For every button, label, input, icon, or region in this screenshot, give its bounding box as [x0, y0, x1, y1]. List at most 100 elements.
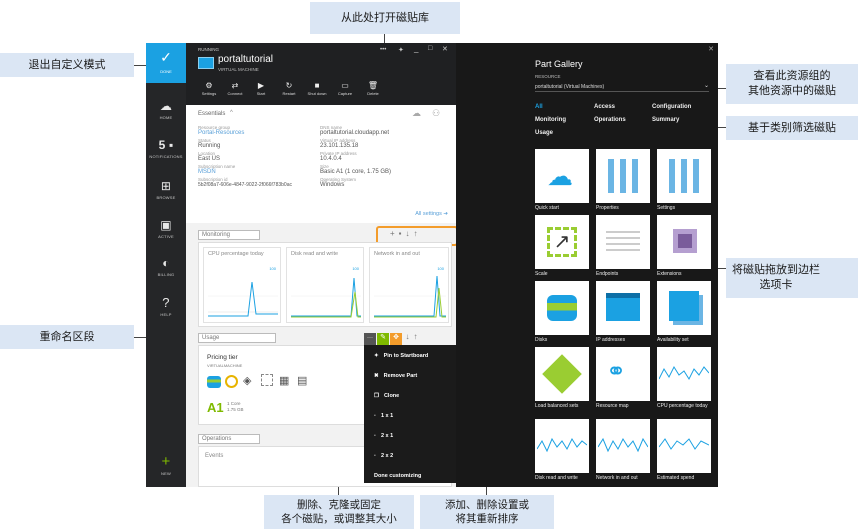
category-summary[interactable]: Summary [652, 117, 679, 123]
menu-item-label: 1 x 1 [380, 413, 394, 419]
toolbar-start-button[interactable]: ▶ Start [248, 81, 274, 96]
tile-network-in-out[interactable] [596, 419, 650, 473]
toolbar-shutdown-button[interactable]: ■ Shut down [304, 81, 330, 96]
nav-browse[interactable]: ⊞ BROWSE [146, 179, 186, 200]
minimize-icon[interactable]: _ [414, 44, 418, 53]
add-icon[interactable]: + [390, 229, 399, 238]
menu-size-1x1[interactable]: ▪ 1 x 1 [374, 413, 393, 419]
tile-scale[interactable]: ↗ [535, 215, 589, 269]
all-settings-link[interactable]: All settings ➔ [415, 211, 448, 217]
category-operations[interactable]: Operations [594, 117, 626, 123]
toolbar-settings-button[interactable]: ⚙ Settings [196, 81, 222, 96]
menu-size-2x2[interactable]: ▪ 2 x 2 [374, 453, 393, 459]
resource-dropdown[interactable]: portaltutorial (Virtual Machines) ⌄ [535, 82, 709, 92]
connect-icon: ⇄ [231, 81, 239, 90]
chart-sparkline [291, 277, 361, 318]
tile-label: CPU percentage today [657, 403, 708, 409]
toolbar-delete-button[interactable]: 🗑 Delete [360, 81, 386, 96]
tile-load-balanced-sets[interactable] [535, 347, 589, 401]
arrow-down-icon[interactable]: ↓ [406, 229, 414, 238]
maximize-icon[interactable]: □ [428, 45, 432, 52]
chart-tile-cpu[interactable]: CPU percentage today 100 [203, 247, 281, 323]
users-icon[interactable]: ⚇ [432, 108, 440, 119]
usage-section-name[interactable]: Usage [198, 333, 276, 343]
cloud-outline-icon[interactable]: ☁ [412, 108, 421, 119]
tile-settings[interactable] [657, 149, 711, 203]
size-icon: ▪ [374, 453, 376, 459]
done-button[interactable]: ✓ DONE [146, 43, 186, 83]
tile-estimated-spend[interactable] [657, 419, 711, 473]
tile-extensions[interactable] [657, 215, 711, 269]
arrow-down-icon[interactable]: ↓ [406, 332, 414, 341]
essentials-title[interactable]: Essentials [198, 111, 225, 117]
chart-tile-title: Disk read and write [291, 251, 339, 257]
tile-endpoints[interactable] [596, 215, 650, 269]
nav-help[interactable]: ? HELP [146, 295, 186, 318]
trash-icon[interactable]: ▪ [399, 229, 406, 238]
monitoring-section-name[interactable]: Monitoring [198, 230, 260, 240]
nav-browse-label: BROWSE [156, 195, 176, 200]
disk-stack-icon [547, 295, 577, 321]
blade-title: portaltutorial [218, 54, 274, 65]
chart-tile-network[interactable]: Network in and out 100 [369, 247, 449, 323]
menu-remove-part[interactable]: ✖ Remove Part [374, 373, 417, 379]
tile-availability-set[interactable] [657, 281, 711, 335]
menu-item-label: Done customizing [374, 473, 422, 479]
tile-quick-start[interactable]: ☁ [535, 149, 589, 203]
essentials-value: Running [198, 143, 221, 149]
operations-section-name[interactable]: Operations [198, 434, 260, 444]
nav-home[interactable]: ☁ HOME [146, 99, 186, 120]
endpoints-icon [606, 231, 640, 253]
chart-sparkline [659, 365, 709, 381]
tile-properties[interactable] [596, 149, 650, 203]
category-monitoring[interactable]: Monitoring [535, 117, 566, 123]
more-icon[interactable]: ··· [364, 333, 376, 345]
pricing-tier-tile[interactable]: Pricing tier VIRTUALMACHINE ◈ ▦ ▤ A1 1 C… [203, 350, 333, 420]
toolbar-capture-button[interactable]: ▭ Capture [332, 81, 358, 96]
arrow-up-icon[interactable]: ↑ [414, 332, 422, 341]
tier-mem: 1.75 GB [227, 407, 244, 412]
menu-item-label: 2 x 1 [380, 433, 394, 439]
category-configuration[interactable]: Configuration [652, 104, 691, 110]
subscription-link[interactable]: MSDN [198, 169, 316, 176]
chart-tile-value: 100 [437, 266, 444, 271]
chart-sparkline [374, 275, 446, 318]
chart-tile-disk[interactable]: Disk read and write 100 [286, 247, 364, 323]
nav-new-label: NEW [161, 471, 171, 476]
close-icon[interactable]: ✕ [442, 45, 448, 53]
tile-cpu-percentage[interactable] [657, 347, 711, 401]
nav-new[interactable]: + NEW [146, 454, 186, 476]
play-icon: ▶ [257, 81, 265, 90]
tile-disk-read-write[interactable] [535, 419, 589, 473]
pin-icon[interactable]: ✦ [398, 46, 404, 54]
nav-notifications[interactable]: 5 ▪ NOTIFICATIONS [146, 138, 186, 159]
tile-resource-map[interactable]: ⚭ [596, 347, 650, 401]
menu-clone[interactable]: ❐ Clone [374, 393, 399, 399]
monitor-icon [198, 57, 214, 69]
toolbar-restart-button[interactable]: ↻ Restart [276, 81, 302, 96]
tile-label: Settings [657, 205, 676, 211]
essentials-right-column: DNS name portaltutorial.cloudapp.net Vir… [320, 125, 450, 190]
nav-active[interactable]: ▣ ACTIVE [146, 218, 186, 239]
chart-sparkline [537, 437, 587, 453]
cloud-icon: ☁ [159, 99, 173, 113]
tile-ip-addresses[interactable] [596, 281, 650, 335]
open-gallery-icon[interactable]: ••• [380, 47, 386, 53]
category-all[interactable]: All [535, 104, 543, 110]
category-access[interactable]: Access [594, 104, 615, 110]
menu-done-customizing[interactable]: Done customizing [374, 473, 421, 479]
pin-icon[interactable]: ✎ [377, 333, 389, 345]
toolbar-connect-button[interactable]: ⇄ Connect [222, 81, 248, 96]
menu-size-2x1[interactable]: ▪ 2 x 1 [374, 433, 393, 439]
gallery-close-icon[interactable]: ✕ [708, 45, 714, 53]
drag-icon[interactable]: ✥ [390, 333, 402, 345]
menu-pin-to-startboard[interactable]: ✦ Pin to Startboard [374, 353, 428, 359]
tile-disks[interactable] [535, 281, 589, 335]
portal-app: ✓ DONE ☁ HOME 5 ▪ NOTIFICATIONS ⊞ BROWSE… [146, 43, 718, 487]
nav-billing[interactable]: ◐ BILLING [146, 256, 186, 277]
category-usage[interactable]: Usage [535, 130, 553, 136]
help-icon: ? [162, 295, 170, 310]
resource-group-link[interactable]: Portal-Resources [198, 130, 316, 137]
chevron-up-icon[interactable]: ^ [230, 110, 233, 116]
arrow-up-icon[interactable]: ↑ [414, 229, 422, 238]
